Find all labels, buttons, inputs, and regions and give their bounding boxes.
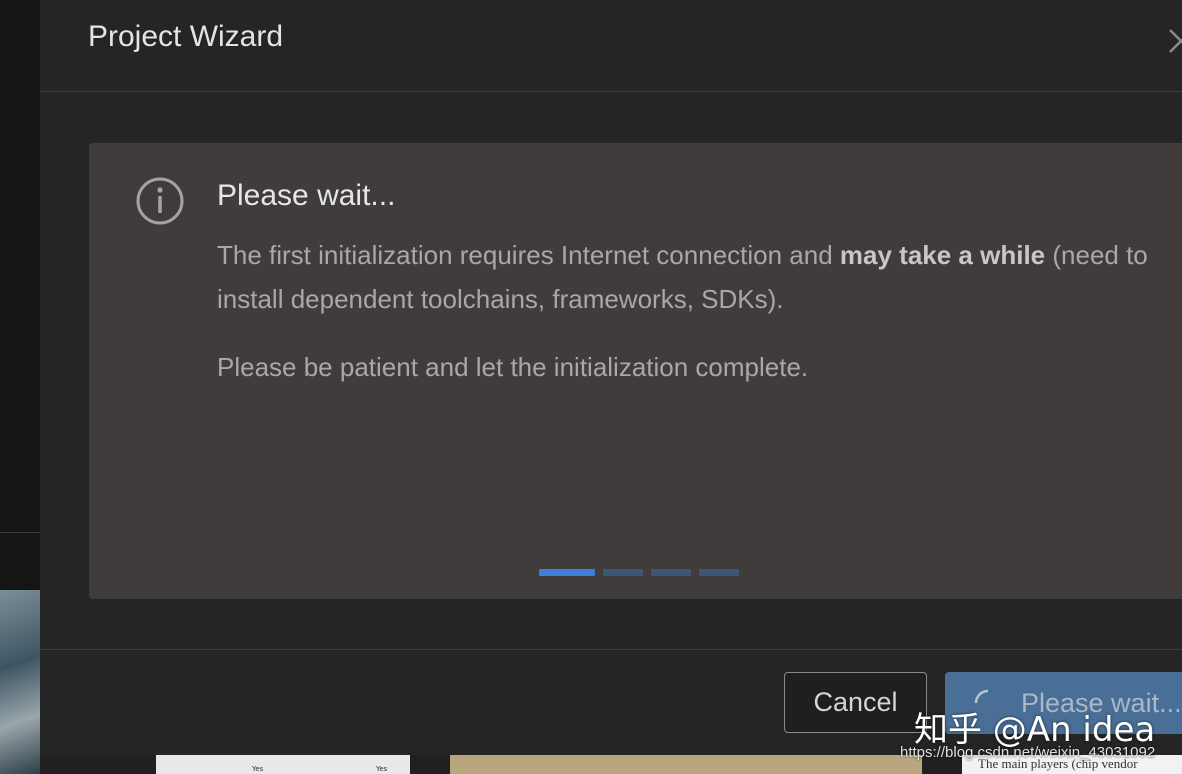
cancel-button[interactable]: Cancel (784, 672, 927, 733)
progress-step (603, 569, 643, 576)
progress-step (539, 569, 595, 576)
info-icon (136, 177, 184, 225)
info-panel: Please wait... The first initialization … (89, 143, 1182, 599)
info-message: The first initialization requires Intern… (217, 233, 1177, 321)
background-thumbnail: Yes Yes (156, 755, 410, 774)
progress-step (651, 569, 691, 576)
info-title: Please wait... (217, 179, 396, 212)
background-divider (0, 532, 40, 533)
progress-step (699, 569, 739, 576)
watermark-url: https://blog.csdn.net/weixin_43031092 (900, 744, 1156, 761)
close-icon[interactable] (1166, 26, 1182, 56)
background-thumbnail (450, 755, 922, 774)
background-image (0, 590, 40, 774)
dialog-header: Project Wizard (40, 0, 1182, 92)
info-message-emphasis: may take a while (839, 240, 1046, 270)
background-thumb-text: Yes (252, 765, 264, 773)
background-thumb-text: Yes (376, 765, 388, 773)
info-message-text: The first initialization requires Intern… (217, 240, 840, 270)
info-message-secondary: Please be patient and let the initializa… (217, 352, 809, 382)
project-wizard-dialog: Project Wizard Please wait... The first … (40, 0, 1182, 755)
dialog-title: Project Wizard (88, 20, 284, 53)
